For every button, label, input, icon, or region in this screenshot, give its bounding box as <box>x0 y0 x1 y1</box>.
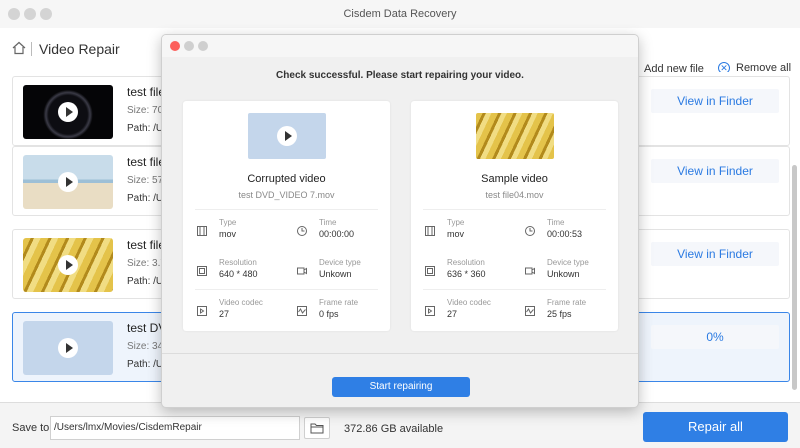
video-thumbnail <box>23 238 113 292</box>
divider <box>423 289 606 290</box>
header-divider <box>31 42 32 56</box>
scrollbar[interactable] <box>792 165 797 390</box>
play-icon[interactable] <box>58 338 78 358</box>
divider <box>195 209 378 210</box>
card-title: Sample video <box>481 173 548 185</box>
divider <box>195 289 378 290</box>
close-dialog-button[interactable] <box>170 41 180 51</box>
dialog-titlebar <box>162 35 638 57</box>
start-repairing-button[interactable]: Start repairing <box>332 377 470 397</box>
play-icon[interactable] <box>58 172 78 192</box>
camera-icon <box>525 267 535 275</box>
card-filename: test file04.mov <box>485 190 544 200</box>
save-path-field[interactable]: /Users/lmx/Movies/CisdemRepair <box>50 416 300 440</box>
browse-folder-button[interactable] <box>304 417 330 439</box>
video-thumbnail <box>476 113 554 159</box>
play-icon <box>277 126 297 146</box>
card-title: Corrupted video <box>247 173 326 185</box>
available-space: 372.86 GB available <box>344 423 444 435</box>
footer: Save to: /Users/lmx/Movies/CisdemRepair … <box>0 402 800 448</box>
file-path: Path: /U <box>127 123 164 134</box>
window-title: Cisdem Data Recovery <box>343 8 457 20</box>
sample-video-card: Sample video test file04.mov Type mov Ti… <box>411 101 618 331</box>
view-in-finder-button[interactable]: View in Finder <box>651 242 779 266</box>
dialog-divider <box>162 353 638 354</box>
codec-icon <box>425 306 435 316</box>
clock-icon <box>297 226 307 236</box>
clock-icon <box>525 226 535 236</box>
file-name: test file <box>127 238 166 252</box>
waveform-icon <box>525 306 535 316</box>
resolution-icon <box>197 266 207 276</box>
corrupted-video-card: Corrupted video test DVD_VIDEO 7.mov Typ… <box>183 101 390 331</box>
film-icon <box>197 226 207 236</box>
film-icon <box>425 226 435 236</box>
page-title: Video Repair <box>39 41 120 57</box>
camera-icon <box>297 267 307 275</box>
divider <box>423 209 606 210</box>
window-titlebar: Cisdem Data Recovery <box>0 0 800 28</box>
repair-all-button[interactable]: Repair all <box>643 412 788 442</box>
save-to-label: Save to: <box>12 422 53 434</box>
minimize-dialog-button[interactable] <box>184 41 194 51</box>
video-thumbnail <box>23 155 113 209</box>
video-thumbnail <box>23 85 113 139</box>
view-in-finder-button[interactable]: View in Finder <box>651 159 779 183</box>
resolution-icon <box>425 266 435 276</box>
file-name: test file <box>127 85 166 99</box>
play-icon[interactable] <box>58 255 78 275</box>
zoom-dialog-button[interactable] <box>198 41 208 51</box>
folder-icon <box>310 423 324 434</box>
waveform-icon <box>297 306 307 316</box>
file-path: Path: /U <box>127 193 164 204</box>
file-path: Path: /U <box>127 359 164 370</box>
repair-check-dialog: Check successful. Please start repairing… <box>161 34 639 408</box>
video-thumbnail <box>248 113 326 159</box>
repair-progress: 0% <box>651 325 779 349</box>
file-name: test file <box>127 155 166 169</box>
play-icon[interactable] <box>58 102 78 122</box>
video-thumbnail <box>23 321 113 375</box>
file-size: Size: 34 <box>127 341 164 352</box>
check-status-message: Check successful. Please start repairing… <box>276 70 524 81</box>
card-filename: test DVD_VIDEO 7.mov <box>238 190 335 200</box>
home-icon[interactable] <box>12 41 26 55</box>
codec-icon <box>197 306 207 316</box>
view-in-finder-button[interactable]: View in Finder <box>651 89 779 113</box>
file-path: Path: /U <box>127 276 164 287</box>
